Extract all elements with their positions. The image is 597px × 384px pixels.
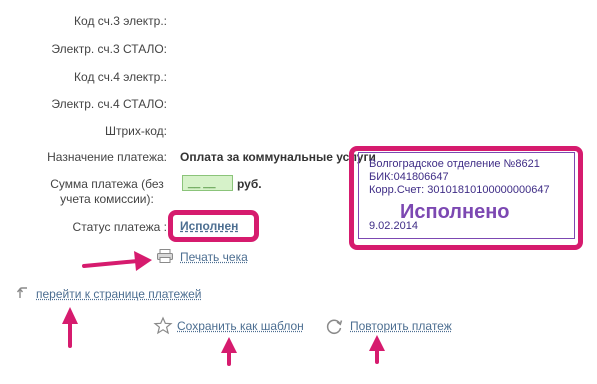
annotation-arrow-payments	[62, 307, 78, 348]
annotation-arrow-print	[82, 251, 152, 271]
arrow-to-print-icon	[62, 251, 385, 366]
annotation-arrow-repeat	[369, 335, 385, 364]
annotation-arrow-save	[221, 337, 237, 366]
